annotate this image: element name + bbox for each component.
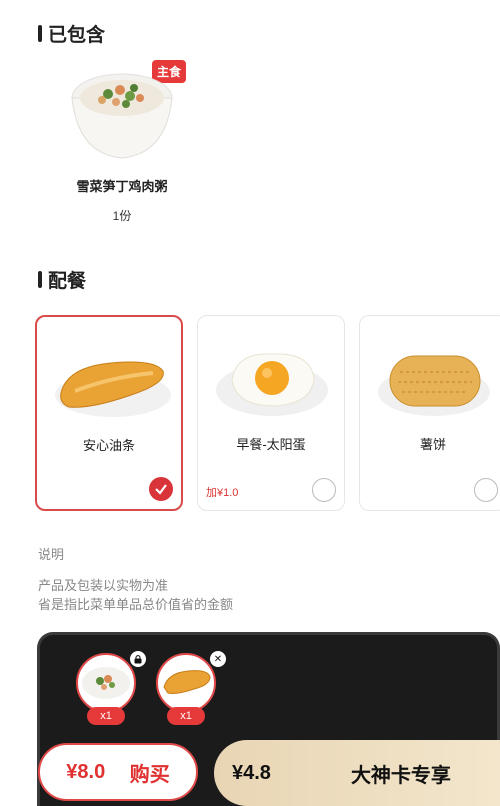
vip-label: 大神卡专享 xyxy=(350,764,451,787)
congee-image xyxy=(68,58,176,166)
title-bar xyxy=(38,271,42,288)
select-radio[interactable] xyxy=(474,478,498,502)
notes-heading: 说明 xyxy=(38,547,65,562)
included-title: 已包含 xyxy=(48,25,106,46)
side-name: 安心油条 xyxy=(82,438,135,453)
cart-item-youtiao[interactable] xyxy=(156,653,216,713)
notes-line: 省是指比菜单单品总价值省的金额 xyxy=(38,597,234,612)
cart-qty-badge: x1 xyxy=(87,707,125,725)
hash-brown-image xyxy=(374,332,494,424)
checkmark-icon[interactable] xyxy=(149,477,173,501)
buy-label: 购买 xyxy=(129,763,170,786)
buy-price: ¥8.0 xyxy=(66,760,106,783)
included-item-qty: 1份 xyxy=(112,209,132,223)
buy-button[interactable]: ¥8.0 购买 xyxy=(38,743,198,801)
vip-exclusive-button[interactable]: ¥4.8 大神卡专享 xyxy=(214,740,500,806)
included-item: 雪菜笋丁鸡肉粥 1份 xyxy=(52,58,192,224)
sides-section-title: 配餐 xyxy=(38,266,86,293)
youtiao-image xyxy=(51,333,171,425)
side-extra-price: 加¥1.0 xyxy=(206,487,239,499)
notes-line: 产品及包装以实物为准 xyxy=(38,578,169,593)
side-card-youtiao[interactable]: 安心油条 xyxy=(35,315,183,511)
notes: 说明 产品及包装以实物为准 省是指比菜单单品总价值省的金额 xyxy=(38,545,233,614)
side-card-fried-egg[interactable]: 早餐-太阳蛋 加¥1.0 xyxy=(197,315,345,511)
included-section-title: 已包含 xyxy=(38,20,105,47)
fried-egg-image xyxy=(212,332,332,424)
side-name: 薯饼 xyxy=(419,437,446,452)
cart-qty-badge: x1 xyxy=(167,707,205,725)
lock-icon xyxy=(130,651,146,667)
sides-title: 配餐 xyxy=(48,271,87,292)
select-radio[interactable] xyxy=(312,478,336,502)
vip-price: ¥4.8 xyxy=(232,761,271,784)
cart-item-congee[interactable] xyxy=(76,653,136,713)
side-card-hash-brown[interactable]: 薯饼 xyxy=(359,315,500,511)
title-bar xyxy=(38,25,42,42)
close-icon[interactable]: ✕ xyxy=(210,651,226,667)
side-name: 早餐-太阳蛋 xyxy=(236,437,306,452)
included-item-name: 雪菜笋丁鸡肉粥 xyxy=(76,179,168,194)
